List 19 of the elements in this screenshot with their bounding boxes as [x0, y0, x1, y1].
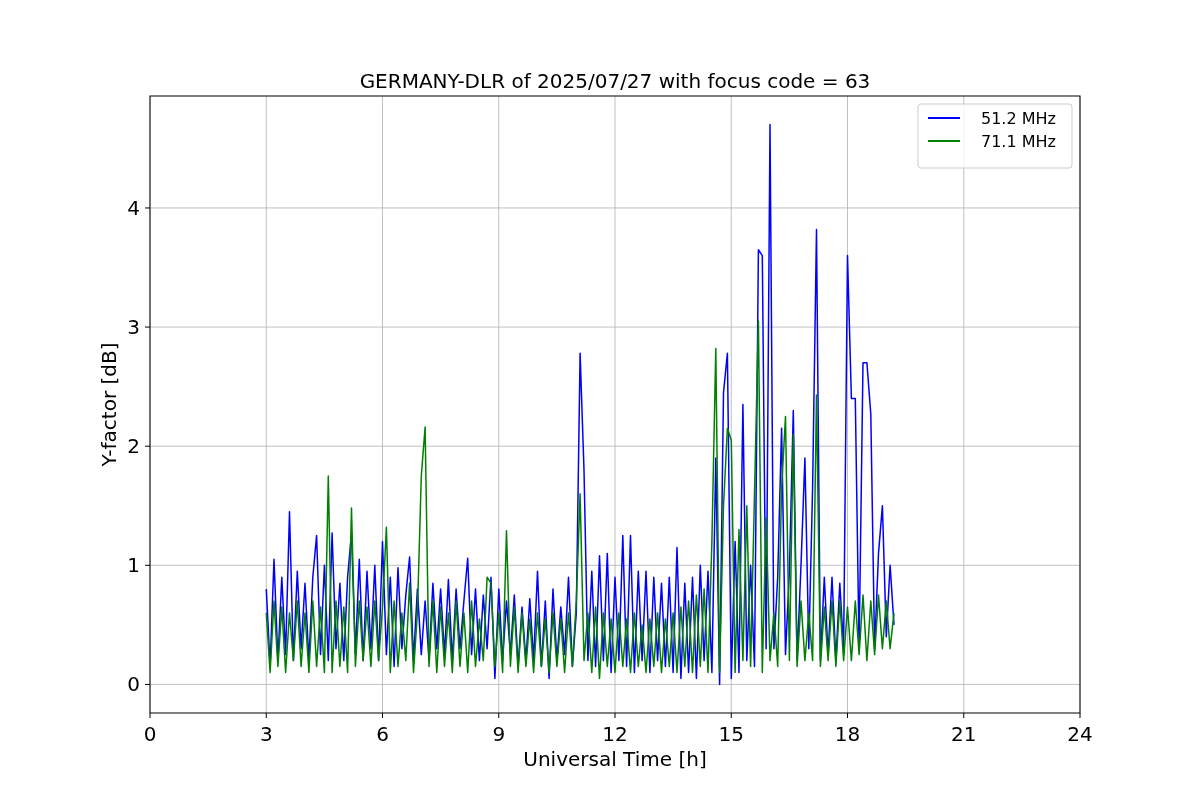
- legend-label: 51.2 MHz: [981, 109, 1056, 128]
- legend-label: 71.1 MHz: [981, 132, 1056, 151]
- x-axis-label: Universal Time [h]: [523, 747, 707, 771]
- tick-label: 15: [718, 722, 744, 746]
- tick-label: 0: [127, 672, 140, 697]
- tick-label: 18: [834, 722, 861, 746]
- tick-label: 1: [127, 553, 140, 578]
- tick-label: 4: [127, 195, 140, 220]
- tick-label: 21: [951, 722, 977, 746]
- tick-label: 24: [1067, 722, 1093, 746]
- tick-label: 9: [492, 722, 506, 746]
- tick-label: 2: [127, 434, 140, 459]
- chart-title: GERMANY-DLR of 2025/07/27 with focus code = 63: [359, 69, 871, 93]
- tick-label: 3: [259, 722, 273, 746]
- tick-label: 0: [143, 722, 157, 746]
- tick-label: 6: [376, 722, 389, 746]
- tick-label: 12: [602, 722, 628, 746]
- tick-label: 3: [127, 315, 140, 340]
- y-axis-label: Y-factor [dB]: [97, 342, 121, 467]
